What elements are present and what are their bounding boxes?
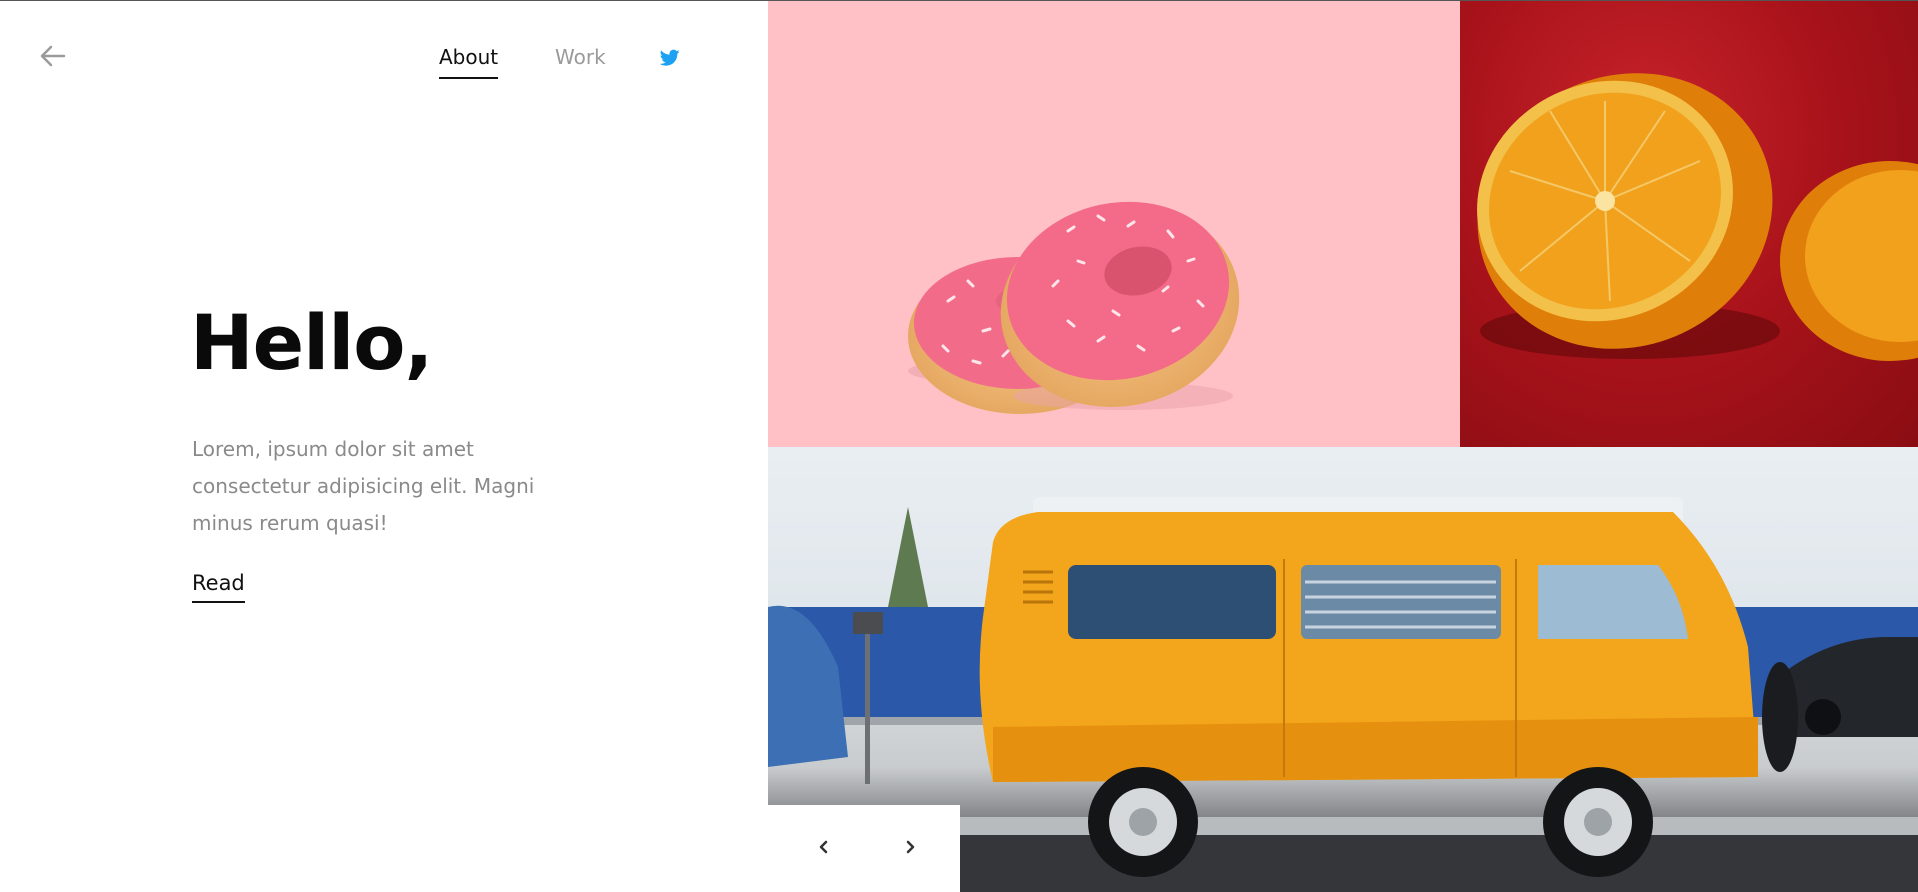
read-link[interactable]: Read (192, 571, 245, 603)
slider-controls (768, 805, 960, 892)
main-nav: About Work (0, 41, 768, 81)
donut-illustration (908, 201, 1240, 414)
twitter-icon[interactable] (660, 49, 680, 67)
left-panel: About Work Hello, Lorem, ipsum dolor sit… (0, 1, 768, 892)
page-title: Hello, (190, 298, 433, 387)
chevron-left-icon[interactable] (812, 835, 836, 859)
chevron-right-icon[interactable] (898, 835, 922, 859)
orange-illustration (1477, 73, 1918, 361)
donut-image (768, 1, 1460, 447)
nav-item-work[interactable]: Work (555, 45, 606, 77)
hero-description: Lorem, ipsum dolor sit amet consectetur … (192, 437, 535, 535)
nav-item-about[interactable]: About (439, 45, 499, 79)
orange-image (1460, 1, 1918, 447)
